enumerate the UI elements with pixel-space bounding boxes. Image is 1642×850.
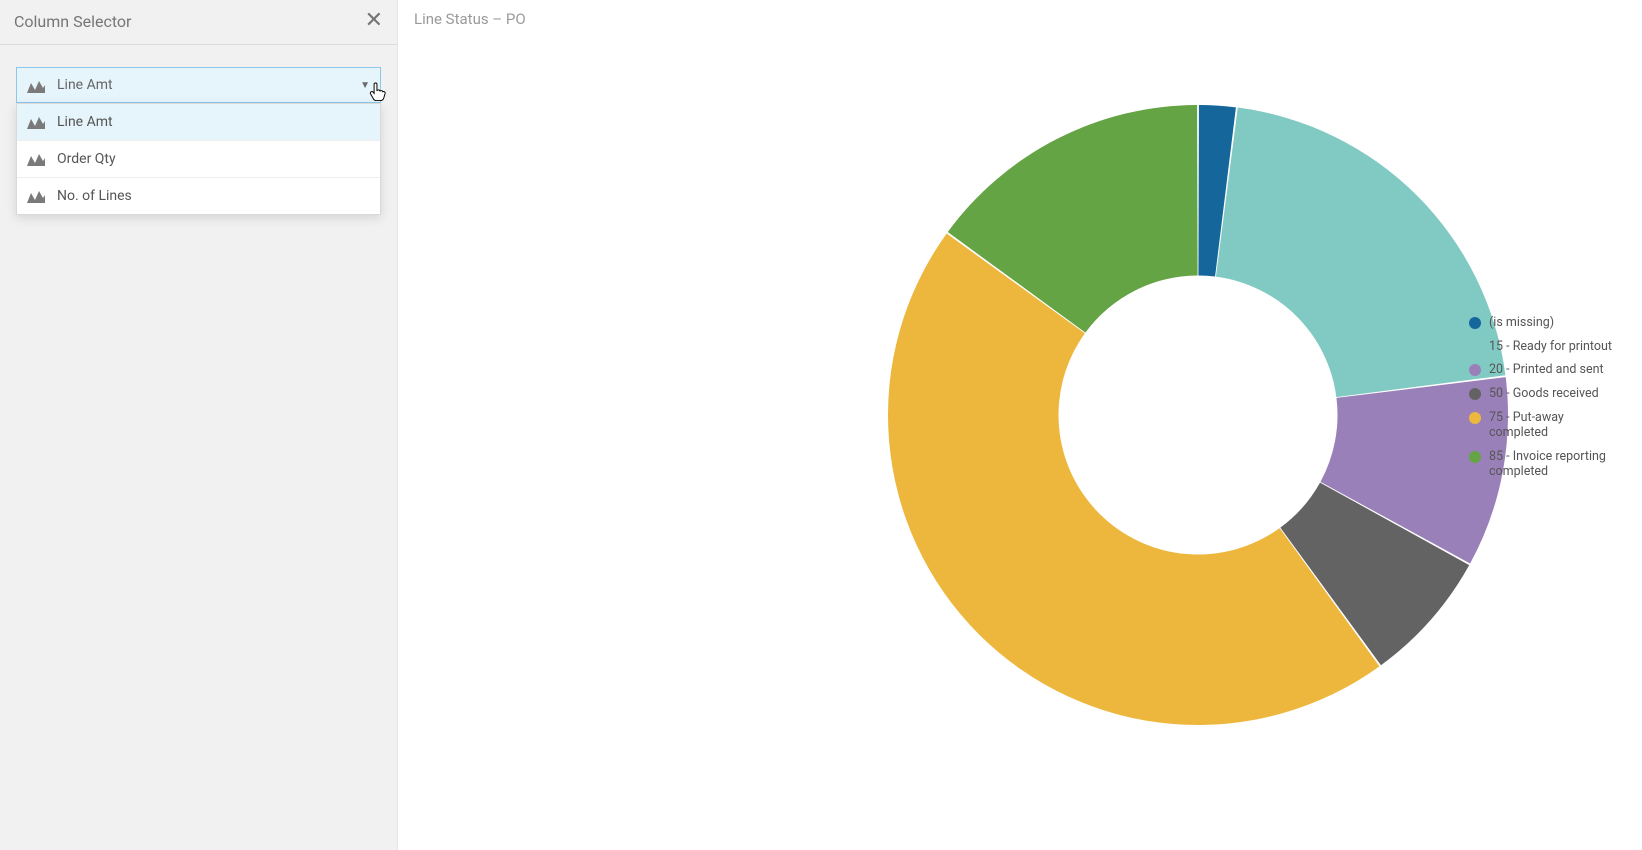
- legend-label: 75 - Put-away completed: [1489, 410, 1624, 441]
- legend-swatch: [1469, 317, 1481, 329]
- column-select[interactable]: Line Amt ▼: [16, 67, 381, 103]
- legend-item[interactable]: 85 - Invoice reporting completed: [1469, 449, 1624, 480]
- column-selector-header: Column Selector ✕: [0, 0, 397, 45]
- column-option-order-qty[interactable]: Order Qty: [17, 141, 380, 178]
- legend-swatch: [1469, 412, 1481, 424]
- column-option-label: Line Amt: [57, 114, 113, 130]
- column-select-dropdown: Line Amt Order Qty No. of Lines: [16, 103, 381, 215]
- column-option-no-of-lines[interactable]: No. of Lines: [17, 178, 380, 214]
- legend-swatch: [1469, 451, 1481, 463]
- legend-item[interactable]: (is missing): [1469, 315, 1624, 331]
- measure-icon: [27, 115, 45, 129]
- chevron-down-icon: ▼: [360, 80, 370, 91]
- legend-swatch: [1469, 388, 1481, 400]
- column-selector-body: Line Amt ▼ Line Amt: [0, 45, 397, 103]
- column-option-label: Order Qty: [57, 151, 116, 167]
- legend-item[interactable]: 15 - Ready for printout: [1469, 339, 1624, 355]
- column-option-line-amt[interactable]: Line Amt: [17, 104, 380, 141]
- close-icon[interactable]: ✕: [365, 10, 383, 32]
- chart-legend: (is missing) 15 - Ready for printout 20 - …: [1469, 315, 1624, 488]
- donut-slice[interactable]: [1216, 108, 1506, 398]
- legend-item[interactable]: 50 - Goods received: [1469, 386, 1624, 402]
- measure-icon: [27, 152, 45, 166]
- legend-item[interactable]: 75 - Put-away completed: [1469, 410, 1624, 441]
- column-selector-panel: Column Selector ✕ Line Amt ▼: [0, 0, 398, 850]
- legend-label: 50 - Goods received: [1489, 386, 1599, 402]
- legend-label: 20 - Printed and sent: [1489, 362, 1604, 378]
- column-selector-title: Column Selector: [14, 12, 131, 31]
- chart-stage: (is missing) 15 - Ready for printout 20 - …: [398, 0, 1642, 850]
- legend-swatch: [1469, 341, 1481, 353]
- app-root: Column Selector ✕ Line Amt ▼: [0, 0, 1642, 850]
- legend-swatch: [1469, 364, 1481, 376]
- column-select-value: Line Amt: [57, 77, 113, 93]
- legend-label: (is missing): [1489, 315, 1554, 331]
- legend-label: 85 - Invoice reporting completed: [1489, 449, 1624, 480]
- measure-icon: [27, 78, 45, 92]
- donut-chart: [878, 95, 1518, 735]
- measure-icon: [27, 189, 45, 203]
- legend-label: 15 - Ready for printout: [1489, 339, 1612, 355]
- chart-area: Line Status – PO (is missing)15 - Ready …: [398, 0, 1642, 850]
- column-option-label: No. of Lines: [57, 188, 132, 204]
- legend-item[interactable]: 20 - Printed and sent: [1469, 362, 1624, 378]
